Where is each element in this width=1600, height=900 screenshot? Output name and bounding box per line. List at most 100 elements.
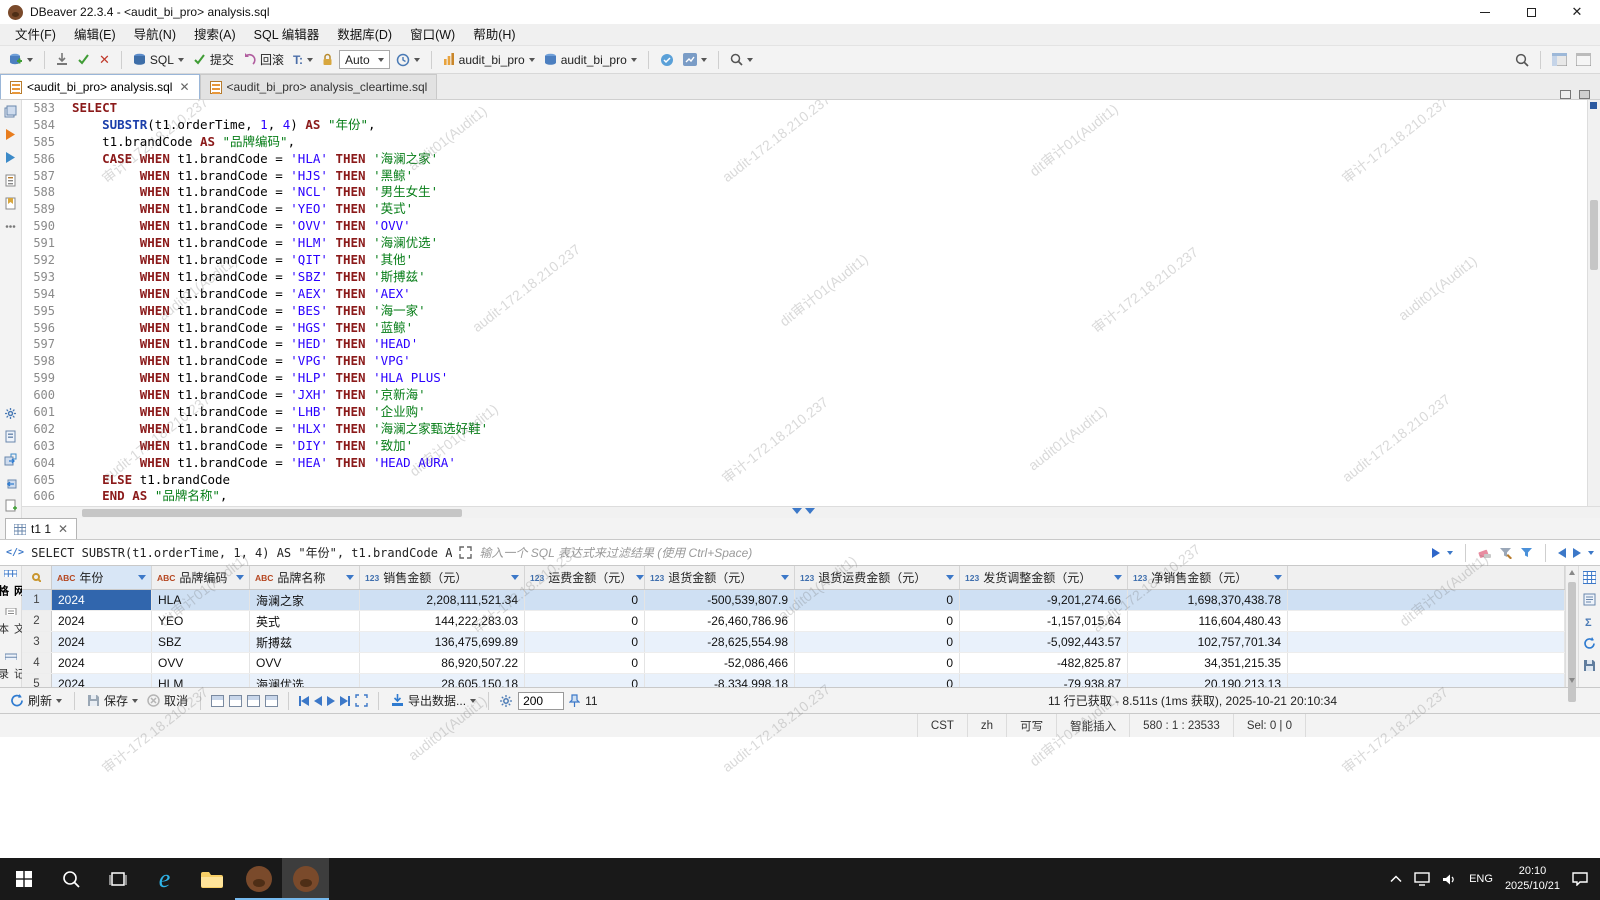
grid-cell[interactable]: -9,201,274.66 <box>960 590 1128 610</box>
refresh-button[interactable]: 刷新 <box>8 691 64 710</box>
grid-cell[interactable]: 2024 <box>52 653 152 673</box>
sort-caret-icon[interactable] <box>236 575 244 580</box>
export-icon[interactable] <box>4 453 17 466</box>
table-row[interactable]: 3 2024 SBZ 斯搏兹 136,475,699.89 0 -28,625,554.98… <box>22 632 1565 653</box>
grid-cell[interactable]: -79,938.87 <box>960 674 1128 687</box>
tray-language[interactable]: ENG <box>1469 873 1493 885</box>
stop-button[interactable]: ✕ <box>96 51 113 68</box>
grid-cell[interactable]: OVV <box>152 653 250 673</box>
bookmarks-icon[interactable] <box>4 197 17 210</box>
grid-cell[interactable]: -5,092,443.57 <box>960 632 1128 652</box>
statusbar-item-4[interactable]: 580 : 1 : 23533 <box>1129 714 1233 737</box>
scrollbar-thumb[interactable] <box>1590 200 1598 270</box>
custom-filter-icon[interactable] <box>1499 547 1513 559</box>
grid-cell[interactable]: 28,605,150.18 <box>360 674 525 687</box>
open-perspective-button[interactable] <box>1549 51 1570 68</box>
grid-cell[interactable]: -1,157,015.64 <box>960 611 1128 631</box>
tray-chevron-icon[interactable] <box>1390 875 1402 883</box>
menu-item-6[interactable]: 窗口(W) <box>401 24 464 46</box>
grid-cell[interactable]: 0 <box>525 632 645 652</box>
export-data-button[interactable]: 导出数据... <box>389 691 478 710</box>
taskbar-search-button[interactable] <box>47 858 94 900</box>
grid-cell[interactable]: 102,757,701.34 <box>1128 632 1288 652</box>
sort-caret-icon[interactable] <box>781 575 789 580</box>
apply-filter-button[interactable] <box>1432 547 1440 558</box>
grid-cell[interactable]: 0 <box>525 611 645 631</box>
next-page-button[interactable] <box>327 695 336 706</box>
active-query-preview[interactable]: SELECT SUBSTR(t1.orderTime, 1, 4) AS "年份… <box>31 544 452 561</box>
sort-caret-icon[interactable] <box>346 575 354 580</box>
ie-browser-icon[interactable]: e <box>141 858 188 900</box>
statusbar-item-2[interactable]: 可写 <box>1006 714 1056 737</box>
fetch-from-db-button[interactable] <box>53 51 71 68</box>
templates-icon[interactable] <box>4 430 17 443</box>
import-icon[interactable] <box>4 476 17 489</box>
notification-center-icon[interactable] <box>1572 872 1588 886</box>
close-tab-icon[interactable]: ✕ <box>58 522 68 536</box>
restore-view-icon[interactable] <box>4 105 17 118</box>
close-tab-icon[interactable]: ✕ <box>179 80 189 94</box>
grid-cell[interactable]: 1,698,370,438.78 <box>1128 590 1288 610</box>
transaction-mode-button[interactable]: T: <box>290 51 316 69</box>
column-header-1[interactable]: ABC 年份 <box>52 566 152 589</box>
calc-panel-icon[interactable]: Σ <box>1583 615 1596 628</box>
grid-cell[interactable]: -500,539,807.9 <box>645 590 795 610</box>
statusbar-item-5[interactable]: Sel: 0 | 0 <box>1232 714 1305 737</box>
chevron-down-icon[interactable] <box>1588 550 1594 555</box>
grid-cell[interactable]: 2024 <box>52 590 152 610</box>
sql-editor-menu-button[interactable]: SQL <box>130 51 187 69</box>
metadata-panel-icon[interactable] <box>1583 593 1596 606</box>
grid-cell[interactable]: 2,208,111,521.34 <box>360 590 525 610</box>
refresh-panel-icon[interactable] <box>1583 637 1596 650</box>
transaction-log-button[interactable] <box>393 51 423 69</box>
save-button[interactable]: 保存 <box>85 691 140 710</box>
text-view-icon[interactable] <box>5 607 17 615</box>
execute-button[interactable] <box>74 51 93 68</box>
grid-cell[interactable]: 0 <box>525 590 645 610</box>
row-number[interactable]: 2 <box>22 611 52 631</box>
row-number[interactable]: 5 <box>22 674 52 687</box>
row-number[interactable]: 1 <box>22 590 52 610</box>
commit-button[interactable]: 提交 <box>190 49 237 70</box>
last-page-button[interactable] <box>340 695 351 706</box>
new-connection-button[interactable] <box>6 51 36 68</box>
connection-select[interactable]: audit_bi_pro <box>440 51 538 69</box>
search-menu-button[interactable] <box>727 51 756 68</box>
close-button[interactable]: ✕ <box>1554 0 1600 24</box>
grid-cell[interactable]: 0 <box>525 674 645 687</box>
table-row[interactable]: 4 2024 OVV OVV 86,920,507.22 0 -52,086,466 0 -48… <box>22 653 1565 674</box>
row-header-corner[interactable] <box>22 566 52 589</box>
prev-page-button[interactable] <box>314 695 323 706</box>
grid-cell[interactable]: 斯搏兹 <box>250 632 360 652</box>
grid-cell[interactable]: HLM <box>152 674 250 687</box>
filter-menu-icon[interactable] <box>1520 547 1533 559</box>
grid-cell[interactable]: -482,825.87 <box>960 653 1128 673</box>
file-explorer-icon[interactable] <box>188 858 235 900</box>
grid-cell[interactable]: 海澜优选 <box>250 674 360 687</box>
scroll-down-icon[interactable] <box>1569 678 1575 683</box>
record-mode-icon[interactable] <box>4 653 17 661</box>
scrollbar-thumb[interactable] <box>82 509 462 517</box>
expand-query-icon[interactable] <box>459 546 473 559</box>
grid-cell[interactable]: 2024 <box>52 632 152 652</box>
statusbar-item-0[interactable]: CST <box>916 714 967 737</box>
history-back-button[interactable] <box>1558 547 1566 558</box>
filter-input[interactable]: 输入一个 SQL 表达式来过滤结果 (使用 Ctrl+Space) <box>479 544 1425 561</box>
run-query-icon[interactable] <box>4 151 17 164</box>
column-header-4[interactable]: 123 销售金额（元） <box>360 566 525 589</box>
column-header-3[interactable]: ABC 品牌名称 <box>250 566 360 589</box>
value-viewer-icon[interactable] <box>1583 571 1596 584</box>
grid-cell[interactable]: 136,475,699.89 <box>360 632 525 652</box>
grid-cell[interactable]: YEO <box>152 611 250 631</box>
grid-cell[interactable]: 2024 <box>52 674 152 687</box>
sort-caret-icon[interactable] <box>511 575 519 580</box>
column-header-9[interactable]: 123 净销售金额（元） <box>1128 566 1288 589</box>
grid-cell[interactable]: 0 <box>795 632 960 652</box>
table-row[interactable]: 1 2024 HLA 海澜之家 2,208,111,521.34 0 -500,539,80… <box>22 590 1565 611</box>
row-number[interactable]: 4 <box>22 653 52 673</box>
maximize-view-icon[interactable] <box>1579 90 1590 99</box>
tray-volume-icon[interactable] <box>1442 873 1457 886</box>
table-row[interactable]: 2 2024 YEO 英式 144,222,283.03 0 -26,460,786.96 0… <box>22 611 1565 632</box>
grid-cell[interactable]: 0 <box>795 653 960 673</box>
history-forward-button[interactable] <box>1573 547 1581 558</box>
